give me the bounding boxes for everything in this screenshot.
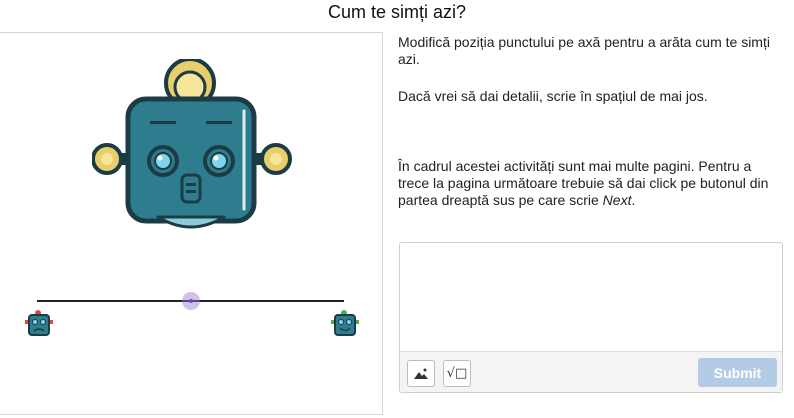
happy-robot-icon (331, 310, 359, 336)
robot-slider-panel (0, 32, 383, 415)
instruction-move-point: Modifică poziția punctului pe axă pentru… (398, 34, 770, 67)
instruction-pages: În cadrul acestei activități sunt mai mu… (398, 158, 783, 209)
slider-handle[interactable] (181, 292, 200, 310)
slider-handle-dot (188, 299, 193, 303)
instruction-pages-end: . (631, 192, 636, 208)
page-title: Cum te simți azi? (327, 2, 467, 22)
insert-image-button[interactable] (407, 360, 435, 387)
mood-slider[interactable] (0, 283, 383, 343)
robot-face-illustration (92, 59, 292, 229)
instruction-pages-text: În cadrul acestei activități sunt mai mu… (398, 158, 769, 208)
next-keyword: Next (602, 192, 632, 208)
answer-box: √□ Submit (399, 242, 783, 393)
image-icon (414, 368, 428, 379)
square-root-icon: √□ (446, 366, 468, 381)
submit-button[interactable]: Submit (698, 358, 777, 387)
instruction-details: Dacă vrei să dai detalii, scrie în spați… (398, 88, 708, 104)
sad-robot-icon (25, 310, 53, 336)
insert-math-button[interactable]: √□ (443, 360, 471, 387)
answer-input[interactable] (400, 243, 782, 351)
answer-toolbar: √□ Submit (400, 351, 782, 392)
